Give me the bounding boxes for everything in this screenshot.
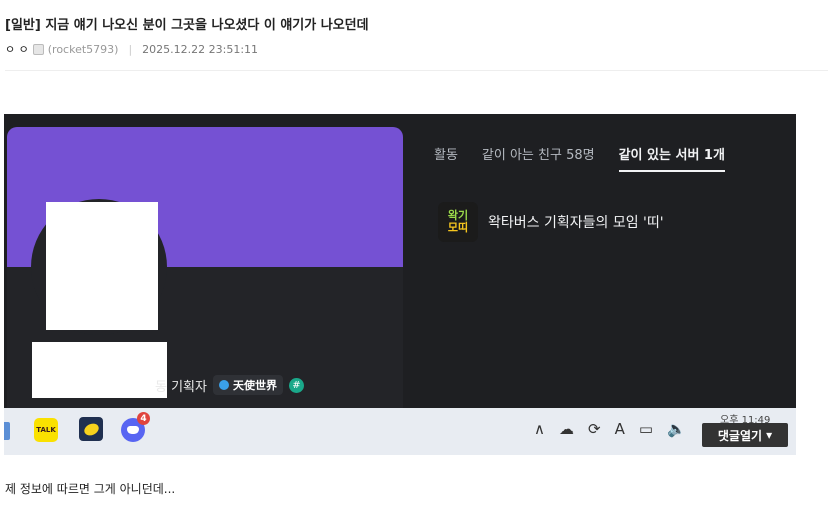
- author-ip: (rocket5793): [47, 42, 119, 56]
- chevron-up-icon[interactable]: ∧: [534, 420, 545, 438]
- embedded-screenshot: 동 기획자 天使世界 # 활동 같이 아는 친구 58명 같이 있는 서버 1개…: [4, 114, 796, 455]
- mutual-server-item[interactable]: 왁기 모띠 왁타버스 기획자들의 모임 '띠': [438, 202, 664, 242]
- profile-card: 동 기획자 天使世界 #: [7, 127, 403, 409]
- moon-icon: [218, 380, 229, 390]
- windows-taskbar: TALK 4 ∧ ☁ ⟳ A ▭ 🔈 오후 11:49: [4, 408, 796, 455]
- server-logo-bottom: 모띠: [447, 221, 469, 234]
- monitor-icon[interactable]: ▭: [639, 420, 653, 438]
- tab-activity[interactable]: 활동: [434, 144, 458, 163]
- header-divider: [5, 70, 828, 71]
- app-icon[interactable]: [79, 417, 103, 441]
- sync-icon[interactable]: ⟳: [588, 420, 601, 438]
- nick-icon: [32, 43, 44, 55]
- tab-mutual-servers[interactable]: 같이 있는 서버 1개: [618, 144, 726, 172]
- profile-tabs: 활동 같이 아는 친구 58명 같이 있는 서버 1개: [434, 144, 726, 172]
- hash-icon: #: [288, 377, 304, 393]
- author-nick[interactable]: ㅇ ㅇ: [5, 41, 29, 57]
- post-datetime: 2025.12.22 23:51:11: [142, 42, 259, 56]
- server-logo: 왁기 모띠: [438, 202, 478, 242]
- role-row: 동 기획자 天使世界 #: [155, 375, 304, 395]
- cloud-off-icon[interactable]: ☁: [559, 420, 574, 438]
- server-name: 왁타버스 기획자들의 모임 '띠': [488, 215, 664, 231]
- taskbar-edge-icon[interactable]: [4, 422, 10, 440]
- tab-mutual-friends[interactable]: 같이 아는 친구 58명: [482, 144, 595, 163]
- server-tag-label: 天使世界: [232, 379, 277, 392]
- role-label: 동 기획자: [155, 379, 207, 395]
- censor-mask-name: [32, 342, 167, 398]
- ime-a-icon[interactable]: A: [615, 420, 625, 438]
- post-title: [일반] 지금 얘기 나오신 분이 그곳을 나오셨다 이 얘기가 나오던데: [5, 18, 369, 33]
- caret-down-icon: ▾: [766, 428, 773, 442]
- kakaotalk-icon[interactable]: TALK: [34, 418, 58, 442]
- server-tag: 天使世界: [212, 375, 283, 395]
- post-body-text: 제 정보에 따르면 그게 아니던데...: [5, 482, 176, 496]
- meta-separator: |: [128, 42, 133, 56]
- censor-mask-avatar: [46, 202, 158, 330]
- comment-toggle-label: 댓글열기: [717, 428, 763, 443]
- comment-toggle-button[interactable]: 댓글열기 ▾: [702, 423, 788, 447]
- system-tray: ∧ ☁ ⟳ A ▭ 🔈: [534, 420, 686, 438]
- notification-badge: 4: [137, 412, 150, 425]
- post-meta: ㅇ ㅇ (rocket5793) | 2025.12.22 23:51:11: [5, 41, 258, 57]
- speaker-icon[interactable]: 🔈: [667, 420, 686, 438]
